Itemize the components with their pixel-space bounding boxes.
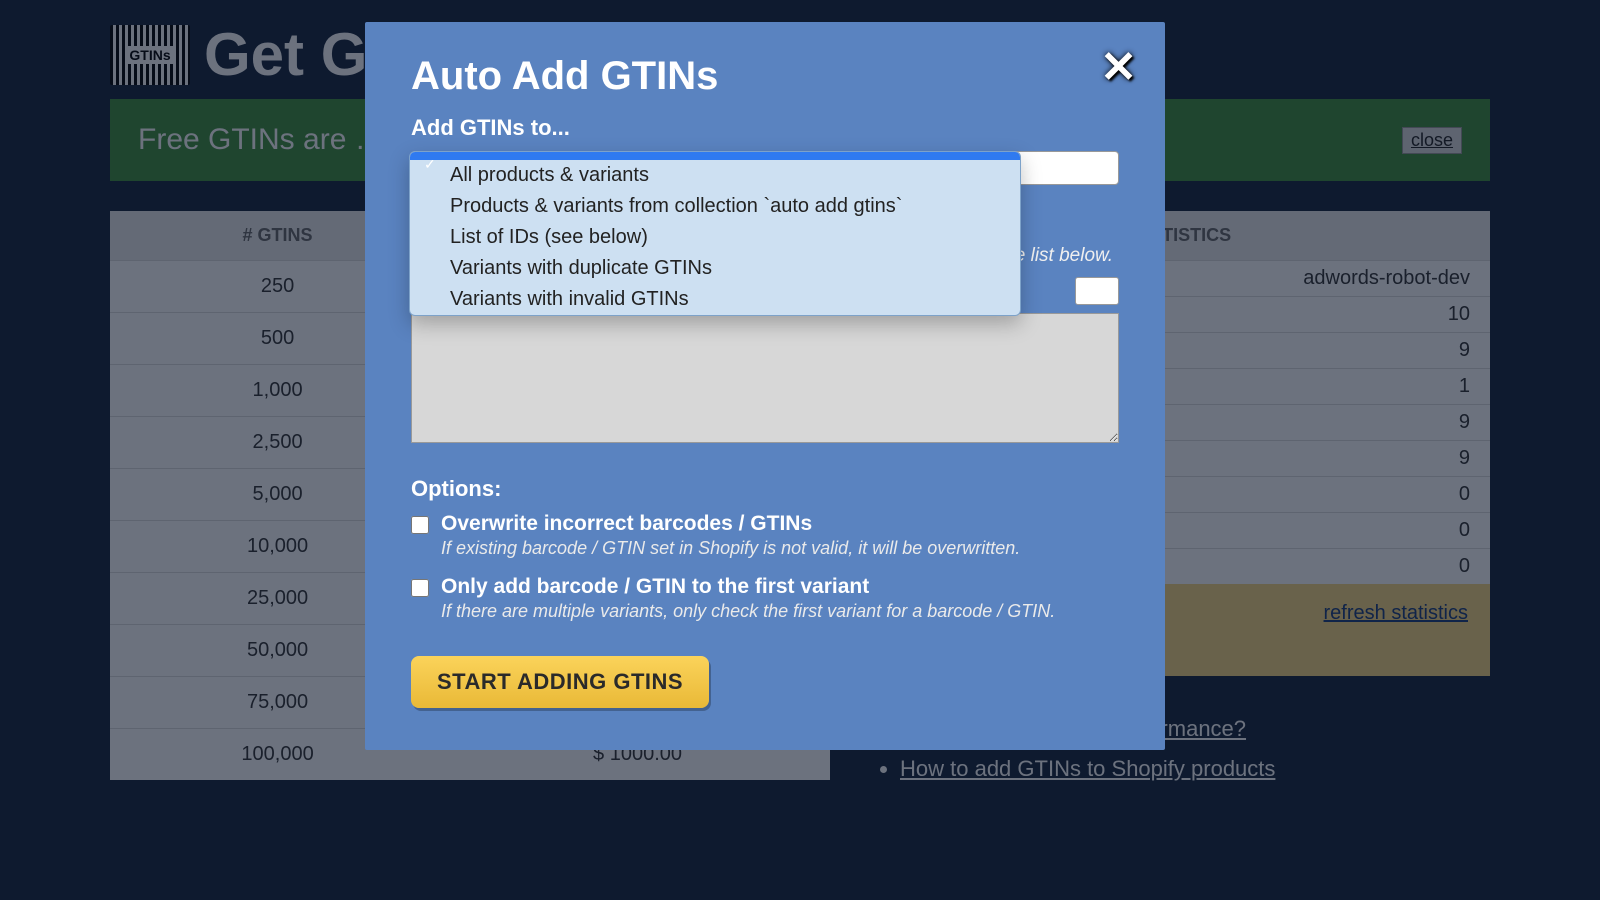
dropdown-option-collection[interactable]: Products & variants from collection `aut… [410,191,1020,222]
auto-add-gtins-modal: ✕ Auto Add GTINs Add GTINs to... All pro… [365,22,1165,750]
dropdown-option-empty[interactable] [410,152,1020,160]
dropdown-option-ids[interactable]: List of IDs (see below) [410,222,1020,253]
add-gtins-to-label: Add GTINs to... [411,115,1119,141]
small-input[interactable] [1075,277,1119,305]
first-variant-label: Only add barcode / GTIN to the first var… [441,575,1055,599]
close-icon[interactable]: ✕ [1100,46,1137,90]
start-adding-gtins-button[interactable]: START ADDING GTINS [411,656,709,708]
modal-title: Auto Add GTINs [411,54,1119,99]
overwrite-checkbox[interactable] [411,516,429,534]
dropdown-option-all[interactable]: All products & variants [410,160,1020,191]
dropdown-option-invalid[interactable]: Variants with invalid GTINs [410,284,1020,315]
overwrite-label: Overwrite incorrect barcodes / GTINs [441,512,1020,536]
options-heading: Options: [411,476,1119,502]
dropdown-option-duplicate[interactable]: Variants with duplicate GTINs [410,253,1020,284]
ids-textarea[interactable] [411,313,1119,443]
target-select-dropdown: All products & variants Products & varia… [409,151,1021,316]
first-variant-desc: If there are multiple variants, only che… [441,601,1055,622]
first-variant-checkbox[interactable] [411,579,429,597]
overwrite-desc: If existing barcode / GTIN set in Shopif… [441,538,1020,559]
